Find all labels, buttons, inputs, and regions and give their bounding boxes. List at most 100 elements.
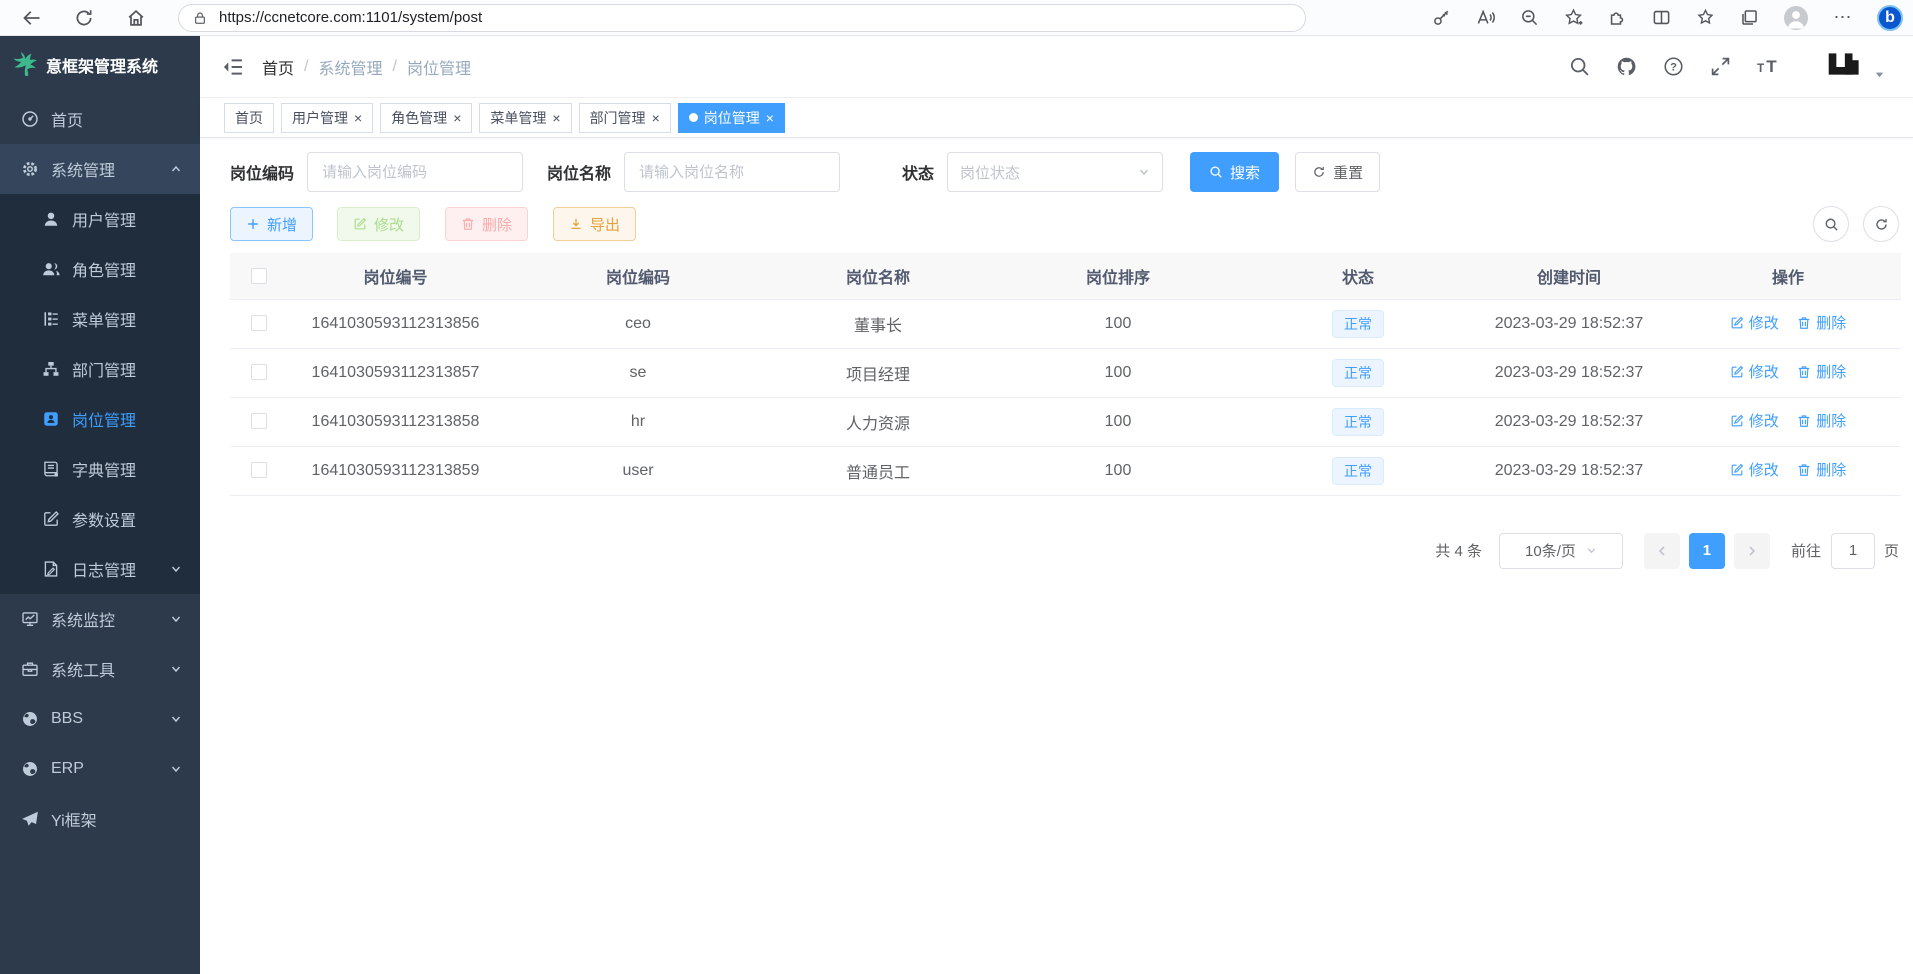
prev-page-button[interactable] (1644, 533, 1680, 569)
export-button[interactable]: 导出 (553, 207, 636, 241)
breadcrumb-separator: / (392, 58, 396, 76)
row-edit-link[interactable]: 修改 (1730, 410, 1779, 431)
back-icon[interactable] (22, 8, 42, 28)
current-page-button[interactable]: 1 (1689, 533, 1725, 569)
sidebar-item-parameters[interactable]: 参数设置 (0, 494, 200, 544)
tab-menu-management[interactable]: 菜单管理 × (479, 103, 571, 133)
sidebar-item-departments[interactable]: 部门管理 (0, 344, 200, 394)
tab-close-icon[interactable]: × (354, 111, 362, 125)
favorites-bar-icon[interactable] (1696, 8, 1715, 27)
sidebar-item-monitoring[interactable]: 系统监控 (0, 594, 200, 644)
read-aloud-icon[interactable] (1476, 8, 1495, 27)
chevron-down-icon (1138, 166, 1150, 178)
tab-post-management[interactable]: 岗位管理 × (678, 103, 785, 133)
zoom-out-icon[interactable] (1520, 8, 1539, 27)
more-menu-icon[interactable]: ⋯ (1833, 8, 1852, 27)
post-name-input[interactable] (624, 152, 840, 192)
post-code-input[interactable] (307, 152, 523, 192)
tab-close-icon[interactable]: × (453, 111, 461, 125)
chevron-down-icon (170, 763, 182, 775)
sidebar-item-posts[interactable]: 岗位管理 (0, 394, 200, 444)
table-row[interactable]: 1641030593112313859 user 普通员工 100 正常 202… (230, 446, 1901, 495)
tab-dept-management[interactable]: 部门管理 × (579, 103, 671, 133)
sidebar-item-yi-framework[interactable]: Yi框架 (0, 794, 200, 844)
sidebar-item-roles[interactable]: 角色管理 (0, 244, 200, 294)
tab-close-icon[interactable]: × (652, 111, 660, 125)
delete-button[interactable]: 删除 (445, 207, 528, 241)
header-search-icon[interactable] (1569, 56, 1590, 77)
extensions-icon[interactable] (1608, 8, 1627, 27)
page-size-select[interactable]: 10条/页 (1499, 533, 1623, 569)
help-icon[interactable]: ? (1663, 56, 1684, 77)
password-key-icon[interactable] (1432, 8, 1451, 27)
table-row[interactable]: 1641030593112313857 se 项目经理 100 正常 2023-… (230, 348, 1901, 397)
sidebar-item-label: 角色管理 (72, 257, 136, 281)
row-delete-link[interactable]: 删除 (1797, 361, 1846, 382)
sidebar-item-tools[interactable]: 系统工具 (0, 644, 200, 694)
sidebar-item-logs[interactable]: 日志管理 (0, 544, 200, 594)
sidebar-item-menus[interactable]: 菜单管理 (0, 294, 200, 344)
refresh-icon[interactable] (74, 8, 94, 28)
github-icon[interactable] (1616, 56, 1637, 77)
goto-page-input[interactable] (1831, 533, 1875, 569)
user-logo-menu[interactable] (1824, 50, 1885, 84)
row-edit-link[interactable]: 修改 (1730, 459, 1779, 480)
app-title: 意框架管理系统 (46, 53, 158, 77)
sidebar-item-system[interactable]: 系统管理 (0, 144, 200, 194)
font-size-icon[interactable]: TT (1757, 56, 1778, 77)
reset-button[interactable]: 重置 (1295, 152, 1380, 192)
split-screen-icon[interactable] (1652, 8, 1671, 27)
tab-close-icon[interactable]: × (552, 111, 560, 125)
breadcrumb-system[interactable]: 系统管理 (318, 55, 382, 79)
collections-icon[interactable] (1740, 8, 1759, 27)
app-logo[interactable]: 意框架管理系统 (0, 36, 200, 94)
home-icon[interactable] (126, 8, 146, 28)
caret-down-icon (1874, 69, 1885, 80)
tab-close-icon[interactable]: × (766, 111, 774, 125)
users-icon (42, 260, 60, 278)
refresh-table-button[interactable] (1863, 206, 1899, 242)
sidebar-item-label: 部门管理 (72, 357, 136, 381)
sidebar-item-label: Yi框架 (51, 807, 97, 831)
status-badge: 正常 (1332, 359, 1384, 387)
sidebar-item-erp[interactable]: ERP (0, 744, 200, 794)
row-checkbox[interactable] (251, 413, 267, 429)
row-checkbox[interactable] (251, 462, 267, 478)
sidebar-fold-icon[interactable] (222, 56, 244, 78)
select-all-checkbox[interactable] (251, 268, 267, 284)
sidebar-item-label: 系统工具 (51, 657, 115, 681)
sidebar-item-users[interactable]: 用户管理 (0, 194, 200, 244)
favorites-add-icon[interactable] (1564, 8, 1583, 27)
browser-toolbar: https://ccnetcore.com:1101/system/post (0, 0, 1913, 36)
breadcrumb-home[interactable]: 首页 (262, 55, 294, 79)
sidebar-item-label: 岗位管理 (72, 407, 136, 431)
fullscreen-icon[interactable] (1710, 56, 1731, 77)
tag-tabbar: 首页 用户管理 × 角色管理 × 菜单管理 × 部门管理 × 岗位管理 × (200, 98, 1913, 138)
row-edit-link[interactable]: 修改 (1730, 361, 1779, 382)
tab-role-management[interactable]: 角色管理 × (380, 103, 472, 133)
profile-avatar[interactable] (1784, 6, 1808, 30)
table-row[interactable]: 1641030593112313858 hr 人力资源 100 正常 2023-… (230, 397, 1901, 446)
tab-home[interactable]: 首页 (224, 103, 274, 133)
sidebar-item-home[interactable]: 首页 (0, 94, 200, 144)
tab-user-management[interactable]: 用户管理 × (281, 103, 373, 133)
row-edit-link[interactable]: 修改 (1730, 312, 1779, 333)
sidebar-item-bbs[interactable]: BBS (0, 694, 200, 744)
sidebar-item-dictionary[interactable]: 字典管理 (0, 444, 200, 494)
status-select[interactable]: 岗位状态 (947, 152, 1163, 192)
next-page-button[interactable] (1734, 533, 1770, 569)
monitor-icon (21, 610, 39, 628)
table-row[interactable]: 1641030593112313856 ceo 董事长 100 正常 2023-… (230, 299, 1901, 348)
breadcrumb-separator: / (304, 58, 308, 76)
row-delete-link[interactable]: 删除 (1797, 459, 1846, 480)
row-checkbox[interactable] (251, 315, 267, 331)
toggle-search-button[interactable] (1813, 206, 1849, 242)
edit-button[interactable]: 修改 (337, 207, 420, 241)
row-checkbox[interactable] (251, 364, 267, 380)
row-delete-link[interactable]: 删除 (1797, 312, 1846, 333)
address-bar[interactable]: https://ccnetcore.com:1101/system/post (178, 4, 1306, 32)
bing-icon[interactable]: b (1877, 5, 1903, 31)
row-delete-link[interactable]: 删除 (1797, 410, 1846, 431)
add-button[interactable]: 新增 (230, 207, 313, 241)
search-button[interactable]: 搜索 (1190, 152, 1279, 192)
